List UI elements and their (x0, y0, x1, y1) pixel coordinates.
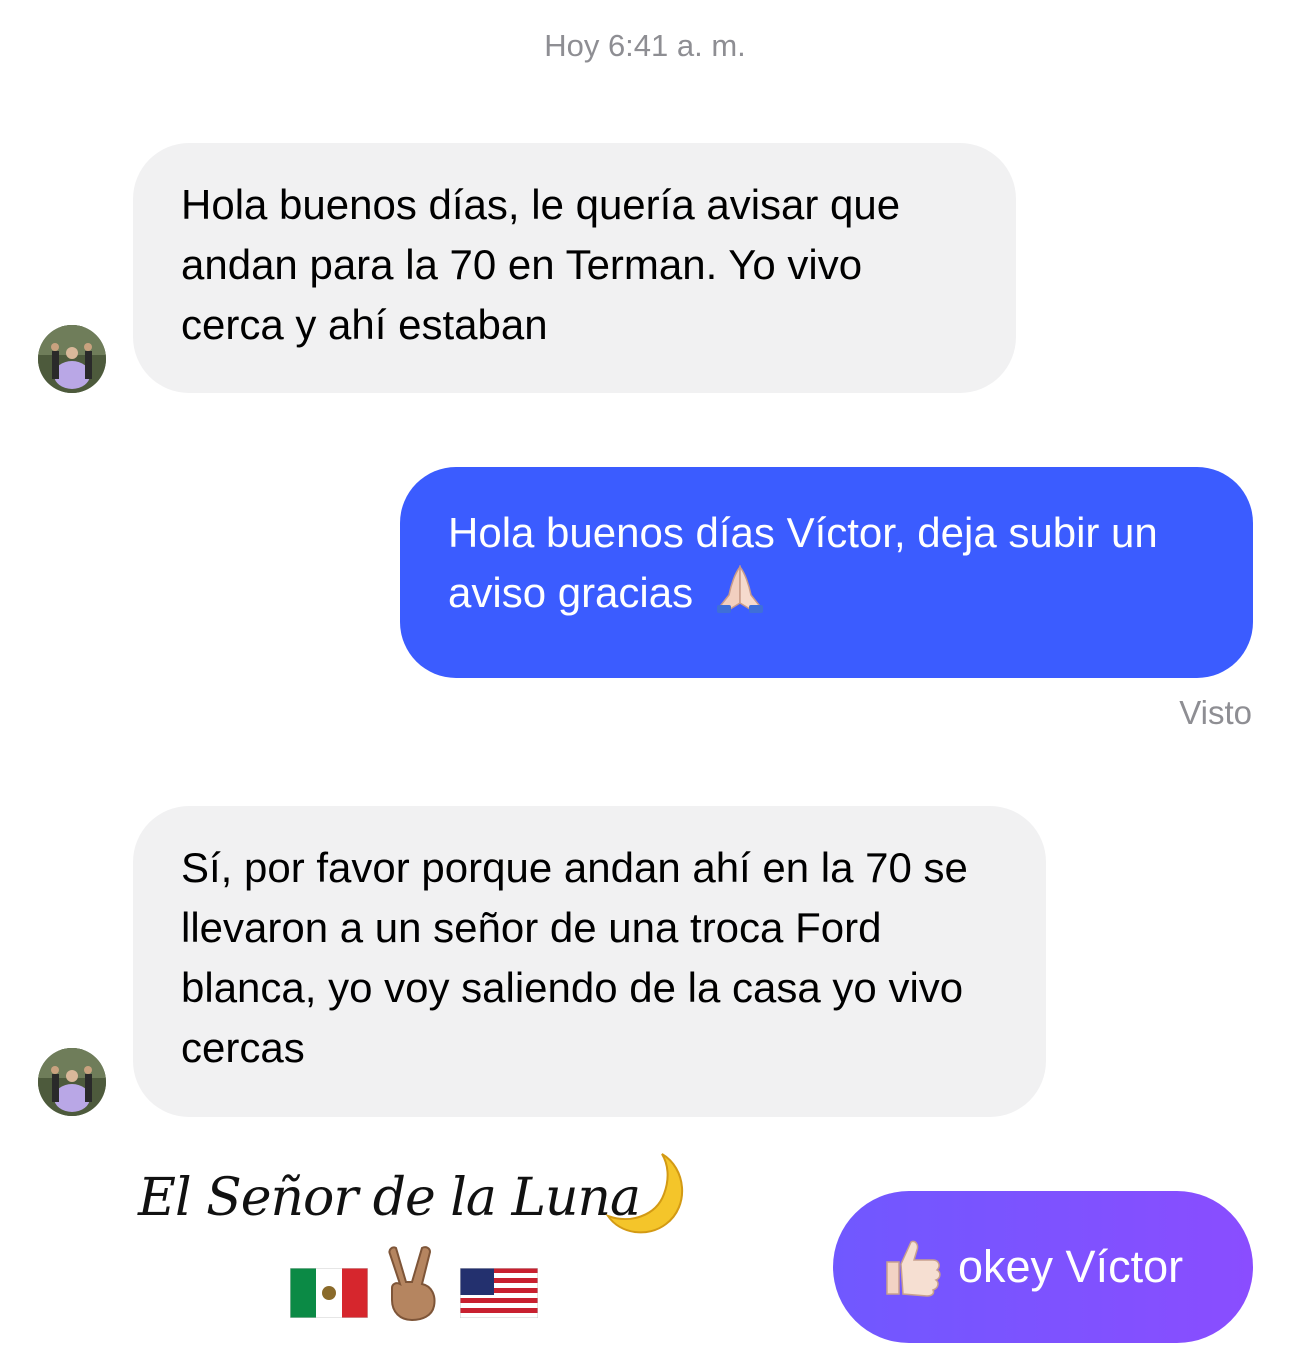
seen-status: Visto (1179, 694, 1252, 731)
outgoing-message-bubble[interactable]: Hola buenos días Víctor, deja subir un a… (400, 467, 1253, 678)
outgoing-reply-bubble[interactable]: okey Víctor (833, 1191, 1253, 1343)
sender-avatar[interactable] (38, 325, 106, 393)
chat-timestamp: Hoy 6:41 a. m. (544, 28, 746, 63)
message-text: okey Víctor (958, 1241, 1184, 1292)
incoming-message-bubble[interactable]: Hola buenos días, le quería avisar que a… (133, 143, 1016, 393)
thumbs-up-icon (881, 1236, 943, 1303)
victory-hand-icon (382, 1244, 444, 1327)
sender-avatar[interactable] (38, 1048, 106, 1116)
avatar-photo-icon (38, 1048, 106, 1116)
signature-text: El Señor de la Luna (138, 1168, 641, 1228)
mexico-flag-icon (289, 1267, 369, 1323)
message-text: Hola buenos días, le quería avisar que a… (181, 181, 901, 348)
incoming-message-bubble[interactable]: Sí, por favor porque andan ahí en la 70 … (133, 806, 1046, 1117)
usa-flag-icon (459, 1267, 539, 1323)
message-text: Hola buenos días Víctor, deja subir un a… (448, 509, 1158, 616)
crescent-moon-icon (600, 1150, 692, 1243)
avatar-photo-icon (38, 325, 106, 393)
folded-hands-icon (711, 563, 769, 631)
message-text: Sí, por favor porque andan ahí en la 70 … (181, 844, 968, 1071)
